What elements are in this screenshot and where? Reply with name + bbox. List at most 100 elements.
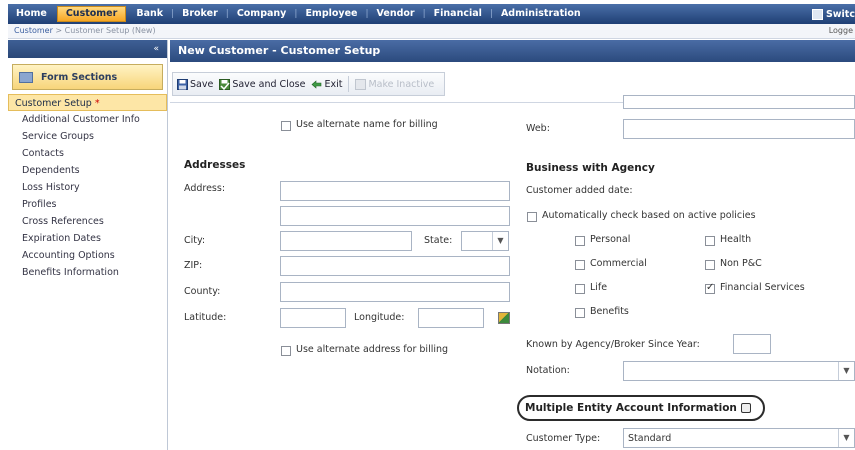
form-sections-label: Form Sections [41,71,118,83]
alt-name-billing-checkbox[interactable] [281,121,291,131]
form-sections-header: Form Sections [12,64,163,90]
alt-address-billing-label: Use alternate address for billing [296,344,449,355]
nav-home[interactable]: Home [8,4,55,24]
form-sections-icon [19,71,33,83]
required-marker: * [94,98,100,109]
customer-added-date-label: Customer added date: [526,185,633,196]
state-label: State: [424,235,453,246]
address-line1-input[interactable] [280,181,510,201]
breadcrumb-current: Customer Setup (New) [64,26,156,35]
page-title: New Customer - Customer Setup [170,40,855,62]
notation-label: Notation: [526,365,570,376]
logged-in-text: Logge [828,26,853,35]
auto-check-checkbox[interactable] [527,212,537,222]
breadcrumb-customer-link[interactable]: Customer [14,26,53,35]
personal-checkbox[interactable] [575,236,585,246]
breadcrumb-separator: > [55,26,63,35]
county-input[interactable] [280,282,510,302]
address-line2-input[interactable] [280,206,510,226]
chevron-down-icon: ▼ [838,362,854,380]
auto-check-label: Automatically check based on active poli… [542,210,756,221]
sidebar-item-expiration-dates[interactable]: Expiration Dates [8,230,167,247]
sidebar-item-service-groups[interactable]: Service Groups [8,128,167,145]
multiple-entity-account-heading[interactable]: Multiple Entity Account Information [517,395,765,421]
collapse-sidebar-button[interactable]: « [8,40,167,58]
customer-type-select[interactable]: Standard ▼ [623,428,855,448]
notation-select[interactable]: ▼ [623,361,855,381]
make-inactive-button[interactable]: Make Inactive [355,78,434,90]
latitude-input[interactable] [280,308,346,328]
customer-type-value: Standard [628,433,672,444]
sidebar-item-cross-references[interactable]: Cross References [8,213,167,230]
exit-icon [311,79,322,89]
nav-bank[interactable]: Bank [128,4,171,24]
nav-customer[interactable]: Customer [56,6,127,22]
commercial-checkbox[interactable] [575,260,585,270]
nav-administration[interactable]: Administration [493,4,589,24]
nav-broker[interactable]: Broker [174,4,226,24]
non-pc-checkbox[interactable] [705,260,715,270]
alt-address-billing-checkbox[interactable] [281,346,291,356]
web-input[interactable] [623,119,855,139]
sidebar-item-label: Customer Setup [15,98,92,109]
zip-input[interactable] [280,256,510,276]
sidebar-item-loss-history[interactable]: Loss History [8,179,167,196]
nav-company[interactable]: Company [229,4,295,24]
health-checkbox[interactable] [705,236,715,246]
save-close-icon [219,78,231,90]
non-pc-label: Non P&C [720,258,762,269]
sidebar-item-additional-customer-info[interactable]: Additional Customer Info [8,111,167,128]
save-button[interactable]: Save [177,78,213,90]
sidebar-item-benefits-information[interactable]: Benefits Information [8,264,167,281]
save-and-close-label: Save and Close [232,78,306,90]
save-and-close-button[interactable]: Save and Close [219,78,306,90]
business-with-agency-heading: Business with Agency [526,162,655,174]
sidebar-item-contacts[interactable]: Contacts [8,145,167,162]
exit-label: Exit [324,78,343,90]
map-icon[interactable] [498,312,510,324]
financial-services-checkbox[interactable] [705,282,715,294]
toolbar-separator [348,76,350,92]
address-label: Address: [184,183,226,194]
main-panel: New Customer - Customer Setup Save Save … [170,40,855,450]
switch-label: Switc [825,8,855,20]
city-label: City: [184,235,206,246]
sidebar-item-profiles[interactable]: Profiles [8,196,167,213]
benefits-checkbox[interactable] [575,308,585,318]
breadcrumb: Customer > Customer Setup (New) Logge [8,24,855,39]
web-label: Web: [526,123,550,134]
switch-icon [811,8,823,20]
commercial-label: Commercial [590,258,647,269]
benefits-label: Benefits [590,306,629,317]
financial-services-label: Financial Services [720,282,805,293]
longitude-label: Longitude: [354,312,405,323]
mei-heading-label: Multiple Entity Account Information [525,402,737,414]
city-input[interactable] [280,231,412,251]
latitude-label: Latitude: [184,312,227,323]
save-icon [177,78,188,90]
chevron-down-icon: ▼ [838,429,854,447]
sidebar-item-customer-setup[interactable]: Customer Setup * [8,94,167,111]
nav-vendor[interactable]: Vendor [369,4,423,24]
make-inactive-icon [355,78,367,90]
addresses-heading: Addresses [184,159,246,171]
state-select[interactable]: ▼ [461,231,509,251]
sidebar: « Form Sections Customer Setup * Additio… [8,40,168,450]
exit-button[interactable]: Exit [311,79,342,90]
life-checkbox[interactable] [575,284,585,294]
known-since-year-input[interactable] [733,334,771,354]
life-label: Life [590,282,608,293]
switch-button[interactable]: Switc [811,4,855,24]
email-input[interactable] [623,95,855,109]
longitude-input[interactable] [418,308,484,328]
sidebar-item-dependents[interactable]: Dependents [8,162,167,179]
county-label: County: [184,286,221,297]
health-label: Health [720,234,752,245]
expand-icon [740,403,751,413]
known-since-label: Known by Agency/Broker Since Year: [526,339,700,350]
chevron-down-icon: ▼ [492,232,508,250]
sidebar-item-accounting-options[interactable]: Accounting Options [8,247,167,264]
customer-type-label: Customer Type: [526,433,601,444]
nav-employee[interactable]: Employee [297,4,365,24]
nav-financial[interactable]: Financial [426,4,490,24]
